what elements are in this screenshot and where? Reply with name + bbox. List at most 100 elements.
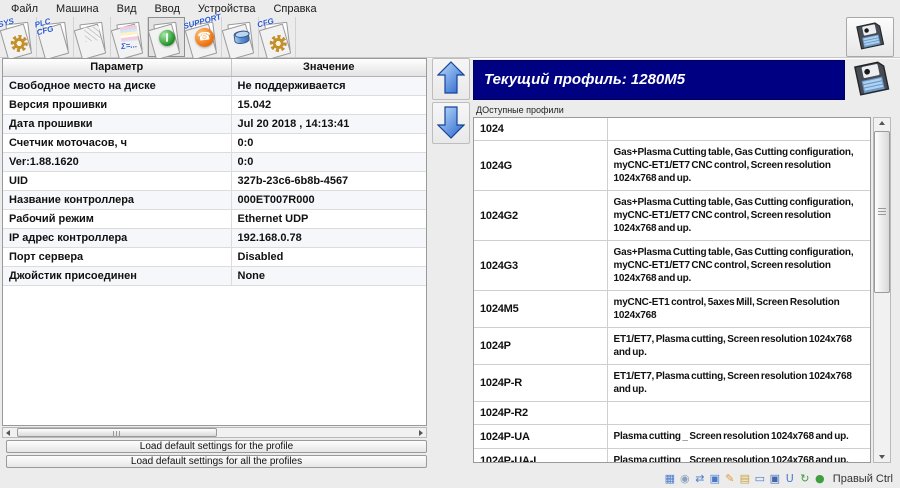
network-icon[interactable]: ↻ bbox=[799, 473, 811, 485]
parameter-row[interactable]: Версия прошивки15.042 bbox=[3, 95, 426, 114]
report-icon bbox=[79, 21, 105, 53]
arrow-up-icon bbox=[437, 61, 465, 98]
parameter-row[interactable]: IP адрес контроллера192.168.0.78 bbox=[3, 228, 426, 247]
summary-log-button[interactable]: Σ=... bbox=[111, 17, 148, 57]
parameters-table: Параметр Значение Свободное место на дис… bbox=[2, 58, 427, 426]
parameter-row[interactable]: Джойстик присоединенNone bbox=[3, 266, 426, 285]
profiles-table: 10241024GGas+Plasma Cutting table, Gas C… bbox=[473, 117, 871, 463]
parameter-row[interactable]: Название контроллера000ET007R000 bbox=[3, 190, 426, 209]
parameter-name: Название контроллера bbox=[3, 190, 231, 209]
parameter-value: Не поддерживается bbox=[231, 76, 426, 95]
profiles-body: 10241024GGas+Plasma Cutting table, Gas C… bbox=[474, 118, 870, 463]
vertical-scrollbar[interactable] bbox=[873, 117, 891, 463]
vertical-scrollbar-thumb[interactable] bbox=[874, 131, 890, 293]
column-header-value[interactable]: Значение bbox=[231, 59, 426, 76]
menu-item-4[interactable]: Ввод bbox=[146, 2, 189, 16]
profile-name: 1024 bbox=[474, 118, 607, 141]
virtual-screens-icon[interactable]: ▣ bbox=[769, 473, 781, 485]
parameter-row[interactable]: Порт сервераDisabled bbox=[3, 247, 426, 266]
parameter-name: Версия прошивки bbox=[3, 95, 231, 114]
gear-icon bbox=[268, 33, 287, 52]
profile-description bbox=[607, 402, 870, 425]
sys-config-button[interactable]: SYS bbox=[0, 17, 37, 57]
profile-description: Gas+Plasma Cutting table, Gas Cutting co… bbox=[607, 241, 870, 291]
parameter-value: Ethernet UDP bbox=[231, 209, 426, 228]
drag-drop-icon[interactable]: ▣ bbox=[709, 473, 721, 485]
info-button[interactable] bbox=[148, 17, 185, 57]
profile-name: 1024M5 bbox=[474, 291, 607, 328]
profile-row[interactable]: 1024P-R2 bbox=[474, 402, 870, 425]
profile-row[interactable]: 1024P-UA-LPlasma cutting _ Screen resolu… bbox=[474, 449, 870, 464]
parameter-row[interactable]: Дата прошивкиJul 20 2018 , 14:13:41 bbox=[3, 114, 426, 133]
profile-description: Plasma cutting _ Screen resolution 1024x… bbox=[607, 425, 870, 449]
available-profiles-label: ДОступные профили bbox=[476, 105, 564, 115]
database-icon bbox=[227, 21, 253, 53]
menu-item-5[interactable]: Устройства bbox=[189, 2, 265, 16]
save-settings-button[interactable] bbox=[846, 17, 894, 57]
parameter-row[interactable]: Свободное место на дискеНе поддерживаетс… bbox=[3, 76, 426, 95]
report-button[interactable] bbox=[74, 17, 111, 57]
load-all-defaults-button[interactable]: Load default settings for all the profil… bbox=[6, 455, 427, 468]
parameter-row[interactable]: Счетчик моточасов, ч0:0 bbox=[3, 133, 426, 152]
scroll-down-icon[interactable] bbox=[874, 452, 890, 462]
cfg-label: CFG bbox=[256, 17, 274, 29]
recording-icon[interactable]: ✎ bbox=[724, 473, 736, 485]
profile-row[interactable]: 1024 bbox=[474, 118, 870, 141]
support-icon: ☎SUPPORT bbox=[190, 21, 216, 53]
profile-row[interactable]: 1024G3Gas+Plasma Cutting table, Gas Cutt… bbox=[474, 241, 870, 291]
hdd-icon[interactable]: ▦ bbox=[664, 473, 676, 485]
parameter-name: Порт сервера bbox=[3, 247, 231, 266]
profile-name: 1024G bbox=[474, 141, 607, 191]
shared-folder-icon[interactable]: ▤ bbox=[739, 473, 751, 485]
parameter-name: Джойстик присоединен bbox=[3, 266, 231, 285]
vm-statusbar: ▦◉⇄▣✎▤▭▣U↻● Правый Ctrl bbox=[664, 473, 893, 485]
menu-item-2[interactable]: Машина bbox=[47, 2, 108, 16]
cfg-icon: CFG bbox=[264, 21, 290, 53]
profile-row[interactable]: 1024GGas+Plasma Cutting table, Gas Cutti… bbox=[474, 141, 870, 191]
profile-name: 1024P-R2 bbox=[474, 402, 607, 425]
parameter-value: None bbox=[231, 266, 426, 285]
profile-row[interactable]: 1024M5myCNC-ET1 control, 5axes Mill, Scr… bbox=[474, 291, 870, 328]
sys-config-label: SYS bbox=[0, 17, 14, 29]
plc-config-button[interactable]: PLC CFG bbox=[37, 17, 74, 57]
cfg-button[interactable]: CFG bbox=[259, 17, 296, 57]
parameter-value: 327b-23c6-6b8b-4567 bbox=[231, 171, 426, 190]
parameter-row[interactable]: Рабочий режимEthernet UDP bbox=[3, 209, 426, 228]
menu-item-6[interactable]: Справка bbox=[264, 2, 325, 16]
horizontal-scrollbar-thumb[interactable] bbox=[17, 428, 217, 437]
current-profile-banner: Текущий профиль: 1280M5 bbox=[473, 60, 845, 100]
profile-name: 1024G2 bbox=[474, 191, 607, 241]
scroll-right-icon[interactable] bbox=[416, 428, 426, 437]
optical-disk-icon[interactable]: ◉ bbox=[679, 473, 691, 485]
parameter-row[interactable]: Ver:1.88.16200:0 bbox=[3, 152, 426, 171]
usb-icon[interactable]: U bbox=[784, 473, 796, 485]
floppy-disk-icon bbox=[851, 58, 892, 101]
profile-row[interactable]: 1024PET1/ET7, Plasma cutting, Screen res… bbox=[474, 328, 870, 365]
display-icon[interactable]: ▭ bbox=[754, 473, 766, 485]
profile-description bbox=[607, 118, 870, 141]
parameters-body: Свободное место на дискеНе поддерживаетс… bbox=[3, 76, 426, 285]
parameter-value: 0:0 bbox=[231, 152, 426, 171]
menu-item-3[interactable]: Вид bbox=[108, 2, 146, 16]
features-icon[interactable]: ● bbox=[814, 473, 826, 485]
load-profile-defaults-button[interactable]: Load default settings for the profile bbox=[6, 440, 427, 453]
menu-item-1[interactable]: Файл bbox=[2, 2, 47, 16]
profile-row[interactable]: 1024P-UAPlasma cutting _ Screen resoluti… bbox=[474, 425, 870, 449]
save-profile-button[interactable] bbox=[849, 58, 894, 101]
profile-down-button[interactable] bbox=[432, 102, 470, 144]
profile-description: ET1/ET7, Plasma cutting, Screen resoluti… bbox=[607, 365, 870, 402]
scroll-up-icon[interactable] bbox=[874, 118, 890, 128]
parameter-name: IP адрес контроллера bbox=[3, 228, 231, 247]
column-header-parameter[interactable]: Параметр bbox=[3, 59, 231, 76]
horizontal-scrollbar[interactable] bbox=[2, 427, 427, 438]
profile-up-button[interactable] bbox=[432, 58, 470, 100]
profile-row[interactable]: 1024G2Gas+Plasma Cutting table, Gas Cutt… bbox=[474, 191, 870, 241]
database-button[interactable] bbox=[222, 17, 259, 57]
profile-row[interactable]: 1024P-RET1/ET7, Plasma cutting, Screen r… bbox=[474, 365, 870, 402]
scroll-left-icon[interactable] bbox=[3, 428, 13, 437]
floppy-disk-icon bbox=[854, 20, 887, 55]
shared-clipboard-icon[interactable]: ⇄ bbox=[694, 473, 706, 485]
parameter-row[interactable]: UID327b-23c6-6b8b-4567 bbox=[3, 171, 426, 190]
support-button[interactable]: ☎SUPPORT bbox=[185, 17, 222, 57]
parameter-value: 15.042 bbox=[231, 95, 426, 114]
